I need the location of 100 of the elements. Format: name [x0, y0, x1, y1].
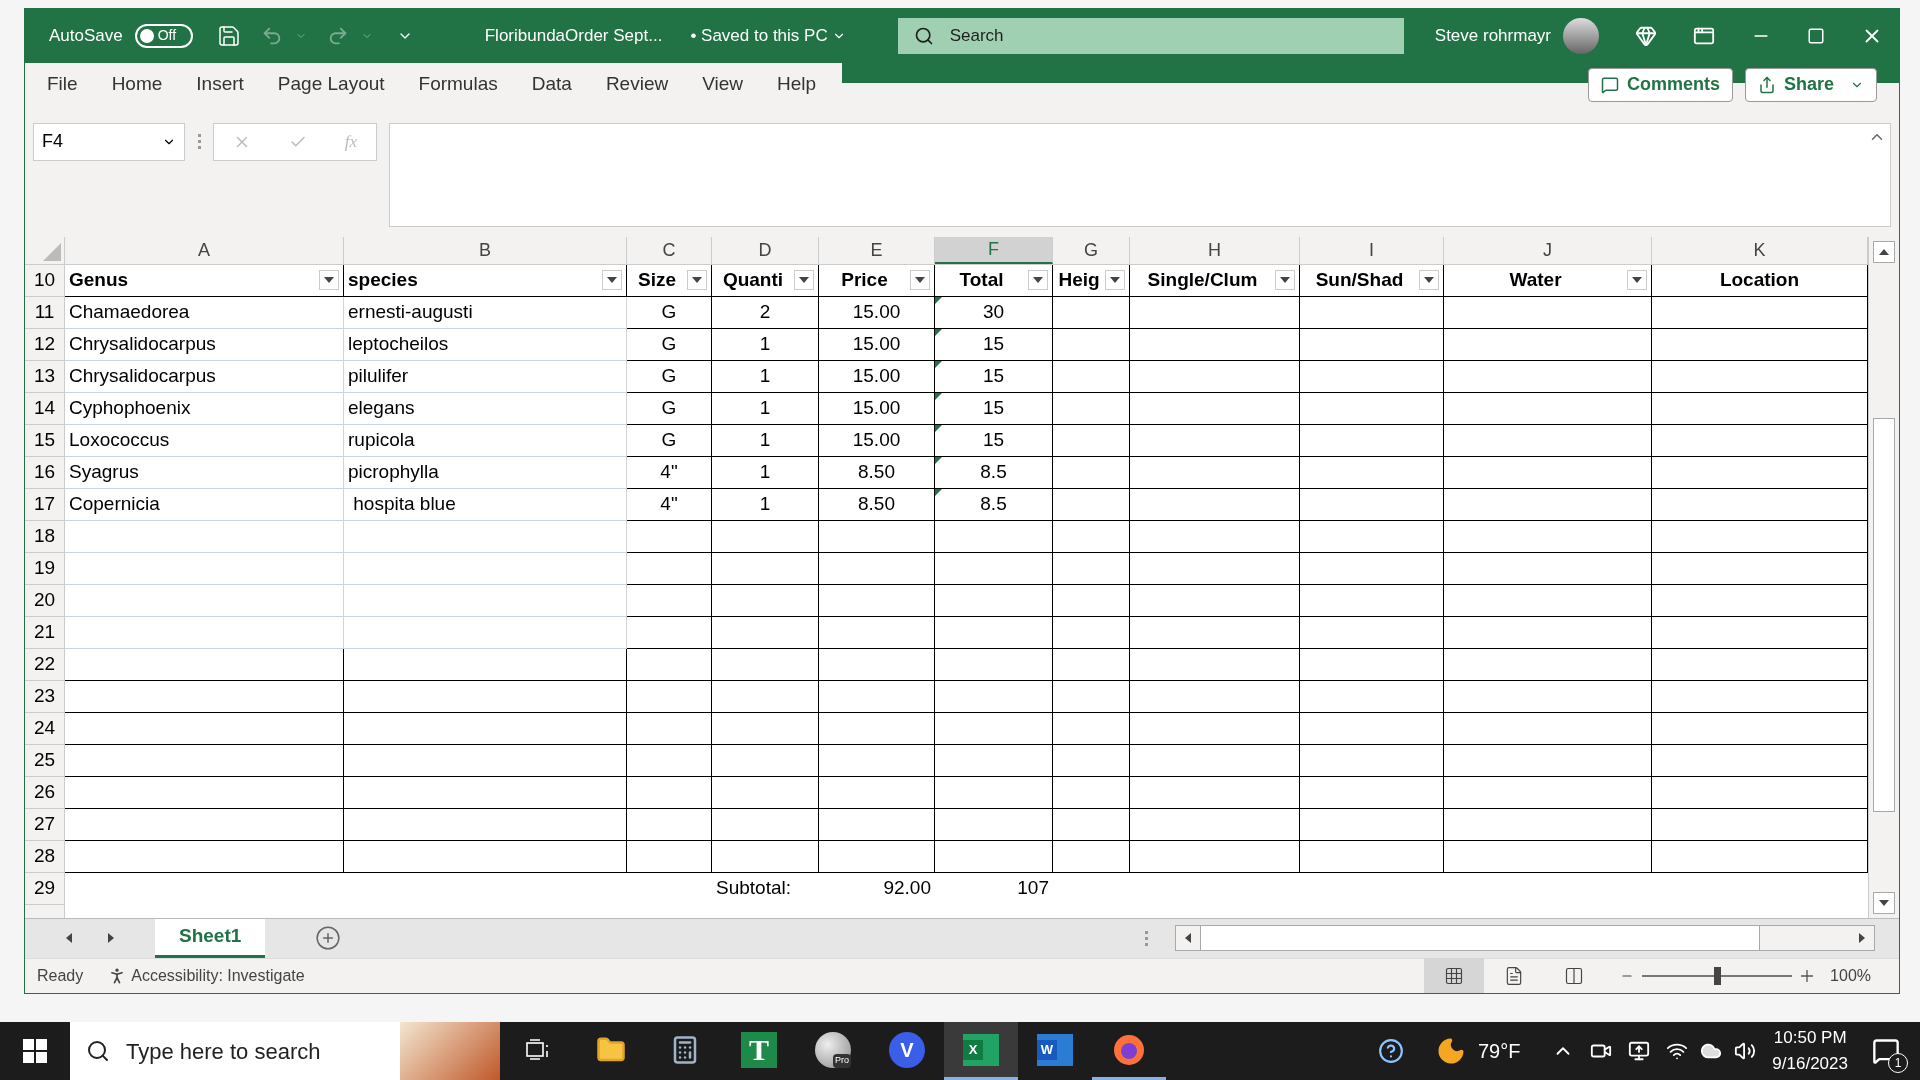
- grid-cell[interactable]: [1053, 616, 1130, 649]
- grid-cell[interactable]: [935, 616, 1053, 649]
- row-number[interactable]: 18: [25, 520, 65, 553]
- grid-cell[interactable]: leptocheilos: [344, 328, 627, 361]
- grid-cell[interactable]: [1444, 520, 1652, 553]
- grid-cell[interactable]: [1130, 328, 1300, 361]
- grid-cell[interactable]: [627, 680, 712, 713]
- grid-cell[interactable]: [712, 712, 819, 745]
- grid-cell[interactable]: [1444, 552, 1652, 585]
- grid-cell[interactable]: [1444, 712, 1652, 745]
- ribbon-tab[interactable]: Formulas: [416, 62, 500, 107]
- grid-cell[interactable]: [935, 776, 1053, 809]
- grid-cell[interactable]: [712, 808, 819, 841]
- grid-cell[interactable]: [1053, 424, 1130, 457]
- clock-time[interactable]: 10:50 PM: [1773, 1025, 1847, 1052]
- grid-cell[interactable]: [344, 744, 627, 777]
- row-number[interactable]: 22: [25, 648, 65, 681]
- grid-cell[interactable]: 8.5: [935, 456, 1053, 489]
- save-status[interactable]: • Saved to this PC: [690, 22, 846, 49]
- grid-cell[interactable]: [1300, 680, 1444, 713]
- grid-cell[interactable]: G: [627, 360, 712, 393]
- column-header[interactable]: F: [935, 236, 1053, 264]
- row-number[interactable]: 10: [25, 264, 65, 297]
- grid-cell[interactable]: [1444, 584, 1652, 617]
- grid-cell[interactable]: [344, 712, 627, 745]
- grid-cell[interactable]: [935, 584, 1053, 617]
- formula-input[interactable]: [389, 122, 1891, 227]
- grid-cell[interactable]: 8.50: [819, 488, 935, 521]
- grid-cell[interactable]: Syagrus: [65, 456, 344, 489]
- grid-cell[interactable]: elegans: [344, 392, 627, 425]
- grid-cell[interactable]: [1130, 712, 1300, 745]
- grid-cell[interactable]: [1130, 520, 1300, 553]
- header-cell[interactable]: Price: [819, 264, 935, 297]
- grid-cell[interactable]: [819, 712, 935, 745]
- grid-cell[interactable]: [819, 552, 935, 585]
- grid-cell[interactable]: 15: [935, 328, 1053, 361]
- taskbar-app[interactable]: V: [870, 1022, 944, 1080]
- temperature[interactable]: 79°F: [1477, 1036, 1521, 1067]
- sheet-tab[interactable]: Sheet1: [155, 918, 266, 958]
- grid-cell[interactable]: [1300, 328, 1444, 361]
- grid-cell[interactable]: 1: [712, 456, 819, 489]
- ribbon-tab[interactable]: Insert: [194, 62, 246, 107]
- grid-cell[interactable]: [1444, 424, 1652, 457]
- taskbar-app[interactable]: T: [722, 1022, 796, 1080]
- grid-cell[interactable]: [1130, 616, 1300, 649]
- ribbon-tab[interactable]: Home: [109, 62, 165, 107]
- grid-cell[interactable]: [1444, 840, 1652, 873]
- grid-cell[interactable]: [1053, 392, 1130, 425]
- grid-cell[interactable]: [1053, 744, 1130, 777]
- row-number[interactable]: 14: [25, 392, 65, 425]
- grid-cell[interactable]: [1130, 360, 1300, 393]
- zoom-level[interactable]: 100%: [1830, 963, 1871, 988]
- grid-cell[interactable]: [1053, 456, 1130, 489]
- grid-cell[interactable]: 15.00: [819, 328, 935, 361]
- grid-cell[interactable]: [819, 584, 935, 617]
- grid-cell[interactable]: G: [627, 328, 712, 361]
- row-number[interactable]: 24: [25, 712, 65, 745]
- grid-cell[interactable]: [1444, 616, 1652, 649]
- grid-cell[interactable]: 2: [712, 296, 819, 329]
- row-number[interactable]: 21: [25, 616, 65, 649]
- header-cell[interactable]: Water: [1444, 264, 1652, 297]
- zoom-in-icon[interactable]: [1800, 968, 1815, 983]
- notifications-icon[interactable]: [1872, 1037, 1900, 1066]
- grid-cell[interactable]: [65, 808, 344, 841]
- grid-cell[interactable]: [1053, 488, 1130, 521]
- ribbon-tab[interactable]: Help: [775, 62, 819, 107]
- grid-cell[interactable]: 15.00: [819, 360, 935, 393]
- grid-cell[interactable]: [1300, 840, 1444, 873]
- column-header[interactable]: B: [344, 236, 627, 264]
- header-cell[interactable]: species: [344, 264, 627, 297]
- grid-cell[interactable]: ernesti-augusti: [344, 296, 627, 329]
- grid-cell[interactable]: 15.00: [819, 392, 935, 425]
- grid-cell[interactable]: [712, 520, 819, 553]
- grid-cell[interactable]: 92.00: [819, 872, 935, 905]
- grid-cell[interactable]: [819, 616, 935, 649]
- grid-cell[interactable]: [1444, 392, 1652, 425]
- grid-cell[interactable]: [1300, 808, 1444, 841]
- grid-cell[interactable]: [627, 776, 712, 809]
- grid-cell[interactable]: [1444, 744, 1652, 777]
- grid-cell[interactable]: [712, 744, 819, 777]
- grid-cell[interactable]: [1444, 328, 1652, 361]
- accessibility-status[interactable]: Accessibility: Investigate: [107, 963, 305, 988]
- grid-cell[interactable]: G: [627, 424, 712, 457]
- grid-cell[interactable]: 1: [712, 328, 819, 361]
- grid-cell[interactable]: [1053, 520, 1130, 553]
- grid-cell[interactable]: rupicola: [344, 424, 627, 457]
- grid-cell[interactable]: [1130, 552, 1300, 585]
- row-number[interactable]: 17: [25, 488, 65, 521]
- column-header[interactable]: H: [1130, 236, 1300, 264]
- share-button[interactable]: Share: [1744, 67, 1877, 102]
- save-icon[interactable]: [216, 23, 241, 48]
- grid-cell[interactable]: G: [627, 392, 712, 425]
- grid-cell[interactable]: [1444, 808, 1652, 841]
- grid-cell[interactable]: [1300, 776, 1444, 809]
- header-cell[interactable]: Size: [627, 264, 712, 297]
- grid-cell[interactable]: [935, 744, 1053, 777]
- grid-cell[interactable]: [1300, 296, 1444, 329]
- taskbar-app[interactable]: X: [944, 1022, 1018, 1080]
- grid-cell[interactable]: [1300, 456, 1444, 489]
- grid-cell[interactable]: 15: [935, 360, 1053, 393]
